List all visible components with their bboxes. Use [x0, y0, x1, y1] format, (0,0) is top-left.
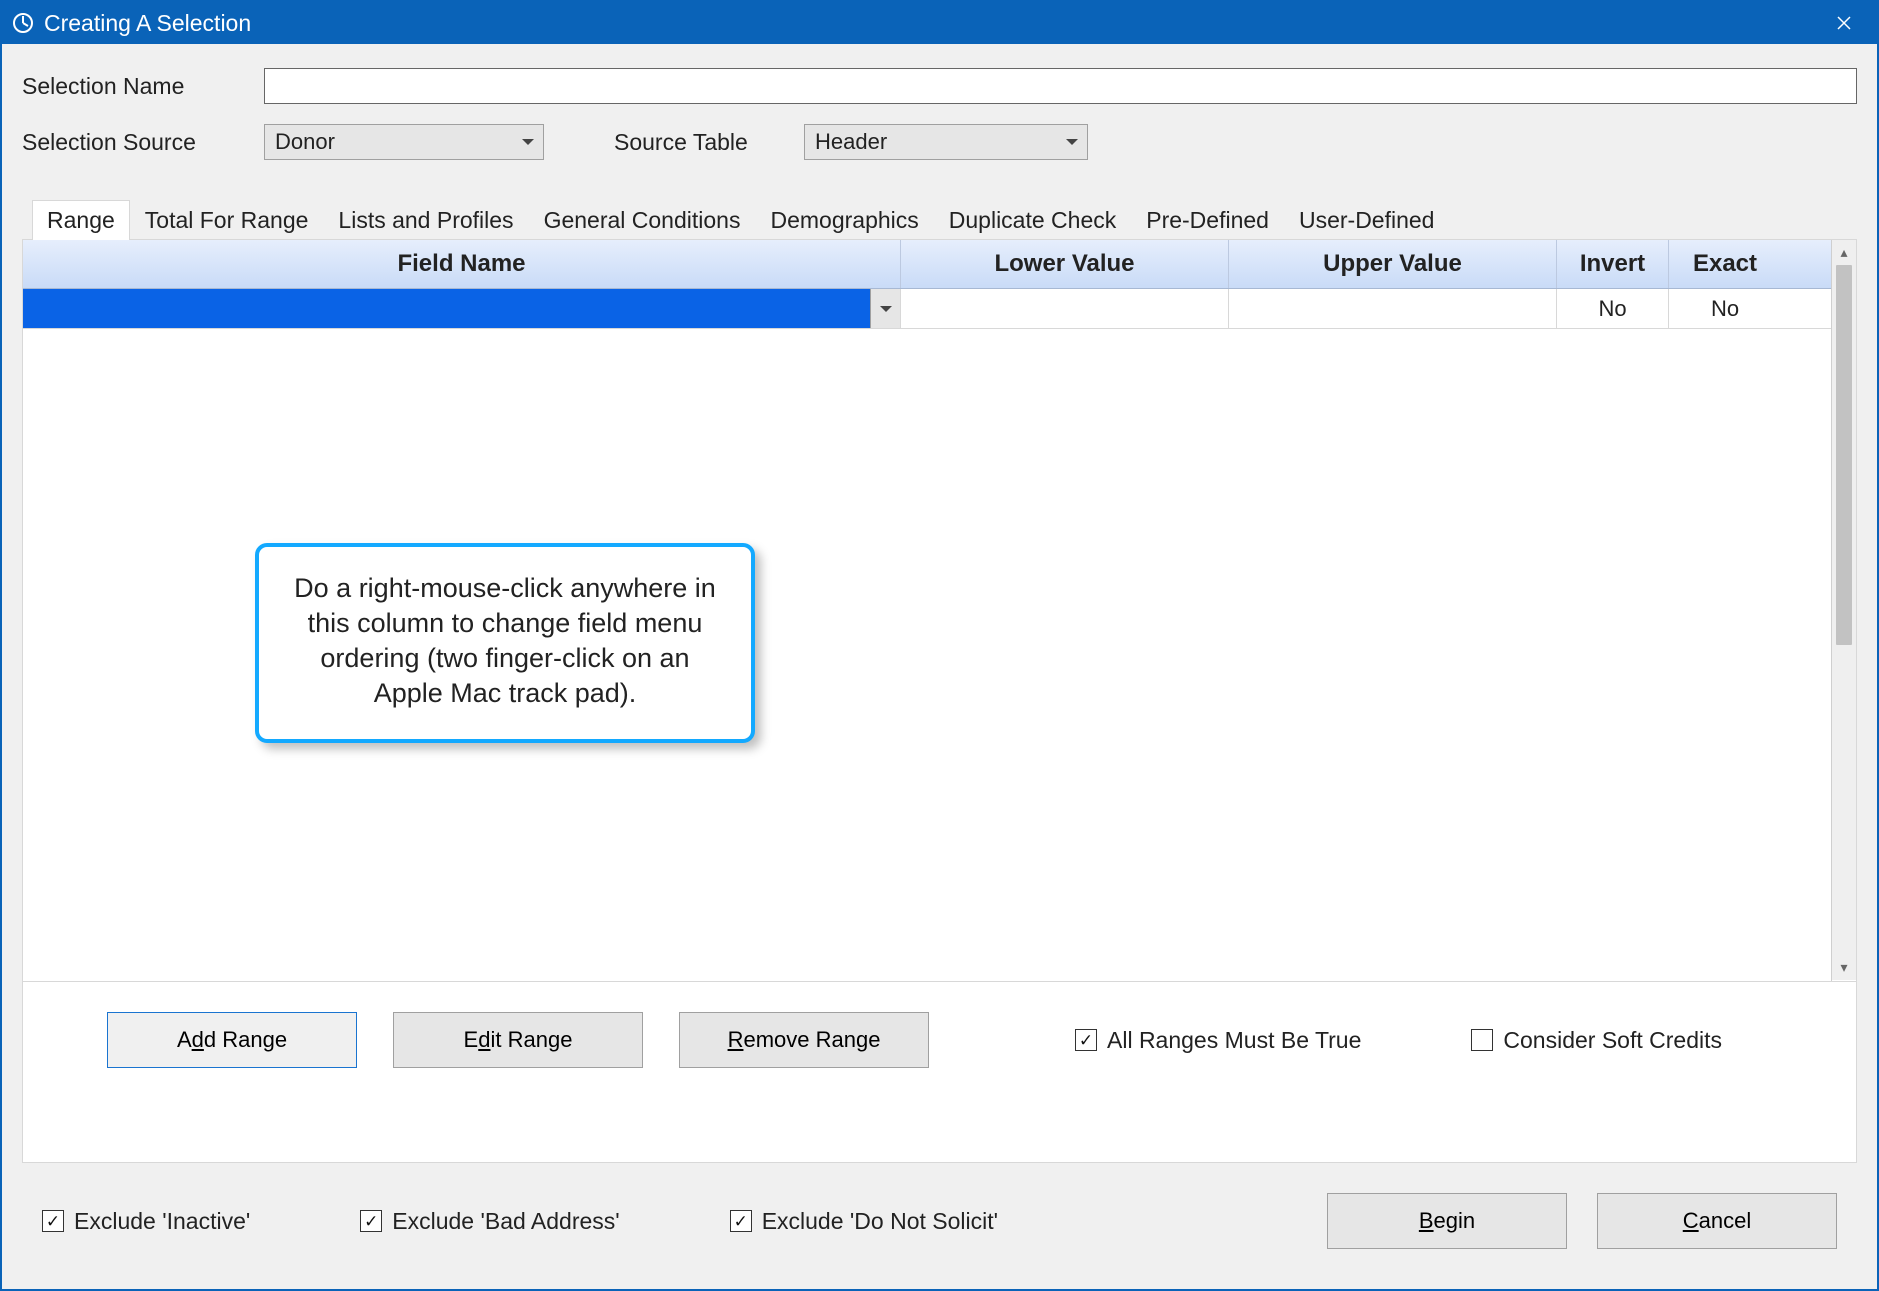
tab-total-for-range[interactable]: Total For Range	[130, 200, 324, 240]
checkbox-exclude-bad-address[interactable]: Exclude 'Bad Address'	[360, 1208, 619, 1235]
col-header-exact[interactable]: Exact	[1669, 240, 1781, 288]
label-selection-name: Selection Name	[22, 73, 264, 100]
app-icon	[12, 12, 34, 34]
add-range-button[interactable]: Add Range	[107, 1012, 357, 1068]
scroll-down-icon[interactable]: ▾	[1840, 959, 1847, 976]
scroll-thumb[interactable]	[1836, 265, 1852, 645]
checkbox-label: Consider Soft Credits	[1503, 1027, 1722, 1054]
cancel-button[interactable]: Cancel	[1597, 1193, 1837, 1249]
btn-text: d	[192, 1027, 204, 1053]
table-row[interactable]: No No	[23, 289, 1831, 329]
btn-text: egin	[1434, 1208, 1476, 1234]
tab-duplicate-check[interactable]: Duplicate Check	[934, 200, 1131, 240]
btn-text: ancel	[1699, 1208, 1752, 1234]
source-table-value: Header	[815, 129, 887, 155]
col-header-lower-value[interactable]: Lower Value	[901, 240, 1229, 288]
cell-field-name[interactable]	[23, 289, 901, 328]
btn-text: d	[478, 1027, 490, 1053]
cell-invert[interactable]: No	[1557, 289, 1669, 328]
row-selection-name: Selection Name	[22, 68, 1857, 104]
edit-range-button[interactable]: Edit Range	[393, 1012, 643, 1068]
checkbox-label: Exclude 'Bad Address'	[392, 1208, 619, 1235]
chevron-down-icon	[1065, 137, 1079, 147]
checkbox-all-ranges-true[interactable]: All Ranges Must Be True	[1075, 1027, 1361, 1054]
checkbox-icon	[1471, 1029, 1493, 1051]
callout-tooltip: Do a right-mouse-click anywhere in this …	[255, 543, 755, 743]
cell-lower-value[interactable]	[901, 289, 1229, 328]
tab-lists-and-profiles[interactable]: Lists and Profiles	[323, 200, 528, 240]
checkbox-icon	[42, 1210, 64, 1232]
titlebar: Creating A Selection	[2, 2, 1877, 44]
begin-button[interactable]: Begin	[1327, 1193, 1567, 1249]
btn-text: emove Range	[743, 1027, 880, 1053]
chevron-down-icon	[879, 304, 893, 314]
checkbox-label: Exclude 'Do Not Solicit'	[762, 1208, 998, 1235]
selection-name-input[interactable]	[264, 68, 1857, 104]
close-icon	[1836, 15, 1852, 31]
btn-text: A	[177, 1027, 192, 1053]
cell-exact[interactable]: No	[1669, 289, 1781, 328]
dialog-window: Creating A Selection Selection Name Sele…	[0, 0, 1879, 1291]
scroll-up-icon[interactable]: ▴	[1840, 244, 1847, 261]
btn-text: C	[1683, 1208, 1699, 1234]
checkbox-icon	[1075, 1029, 1097, 1051]
grid-body: No No Do a right-mouse-click anywhere in…	[23, 289, 1831, 981]
chevron-down-icon	[521, 137, 535, 147]
btn-text: R	[728, 1027, 744, 1053]
remove-range-button[interactable]: Remove Range	[679, 1012, 929, 1068]
label-source-table: Source Table	[614, 129, 804, 156]
checkbox-exclude-do-not-solicit[interactable]: Exclude 'Do Not Solicit'	[730, 1208, 998, 1235]
callout-text: Do a right-mouse-click anywhere in this …	[294, 573, 716, 708]
vertical-scrollbar[interactable]: ▴ ▾	[1832, 240, 1856, 980]
tabpanel-range: Field Name Lower Value Upper Value Inver…	[22, 239, 1857, 1163]
selection-source-combo[interactable]: Donor	[264, 124, 544, 160]
checkbox-label: All Ranges Must Be True	[1107, 1027, 1361, 1054]
close-button[interactable]	[1817, 2, 1871, 44]
checkbox-icon	[360, 1210, 382, 1232]
col-header-invert[interactable]: Invert	[1557, 240, 1669, 288]
btn-text: E	[464, 1027, 479, 1053]
window-title: Creating A Selection	[44, 10, 1817, 37]
grid-header: Field Name Lower Value Upper Value Inver…	[23, 240, 1831, 289]
tab-user-defined[interactable]: User-Defined	[1284, 200, 1450, 240]
btn-text: it Range	[490, 1027, 572, 1053]
cell-upper-value[interactable]	[1229, 289, 1557, 328]
col-header-upper-value[interactable]: Upper Value	[1229, 240, 1557, 288]
dialog-content: Selection Name Selection Source Donor So…	[2, 44, 1877, 1289]
checkbox-consider-soft-credits[interactable]: Consider Soft Credits	[1471, 1027, 1722, 1054]
tab-demographics[interactable]: Demographics	[755, 200, 933, 240]
range-actions-row: Add Range Edit Range Remove Range All Ra…	[23, 982, 1856, 1098]
tab-general-conditions[interactable]: General Conditions	[529, 200, 756, 240]
checkbox-exclude-inactive[interactable]: Exclude 'Inactive'	[42, 1208, 250, 1235]
range-grid: Field Name Lower Value Upper Value Inver…	[23, 240, 1832, 981]
dialog-footer: Exclude 'Inactive' Exclude 'Bad Address'…	[22, 1163, 1857, 1269]
label-selection-source: Selection Source	[22, 129, 264, 156]
tab-pre-defined[interactable]: Pre-Defined	[1131, 200, 1284, 240]
source-table-combo[interactable]: Header	[804, 124, 1088, 160]
btn-text: B	[1419, 1208, 1434, 1234]
range-grid-wrap: Field Name Lower Value Upper Value Inver…	[23, 240, 1856, 982]
tabstrip: Range Total For Range Lists and Profiles…	[22, 200, 1857, 239]
col-header-field-name[interactable]: Field Name	[23, 240, 901, 288]
tab-range[interactable]: Range	[32, 200, 130, 240]
selection-source-value: Donor	[275, 129, 335, 155]
field-dropdown-button[interactable]	[870, 289, 900, 328]
checkbox-label: Exclude 'Inactive'	[74, 1208, 250, 1235]
btn-text: d Range	[204, 1027, 287, 1053]
checkbox-icon	[730, 1210, 752, 1232]
row-source: Selection Source Donor Source Table Head…	[22, 124, 1857, 160]
